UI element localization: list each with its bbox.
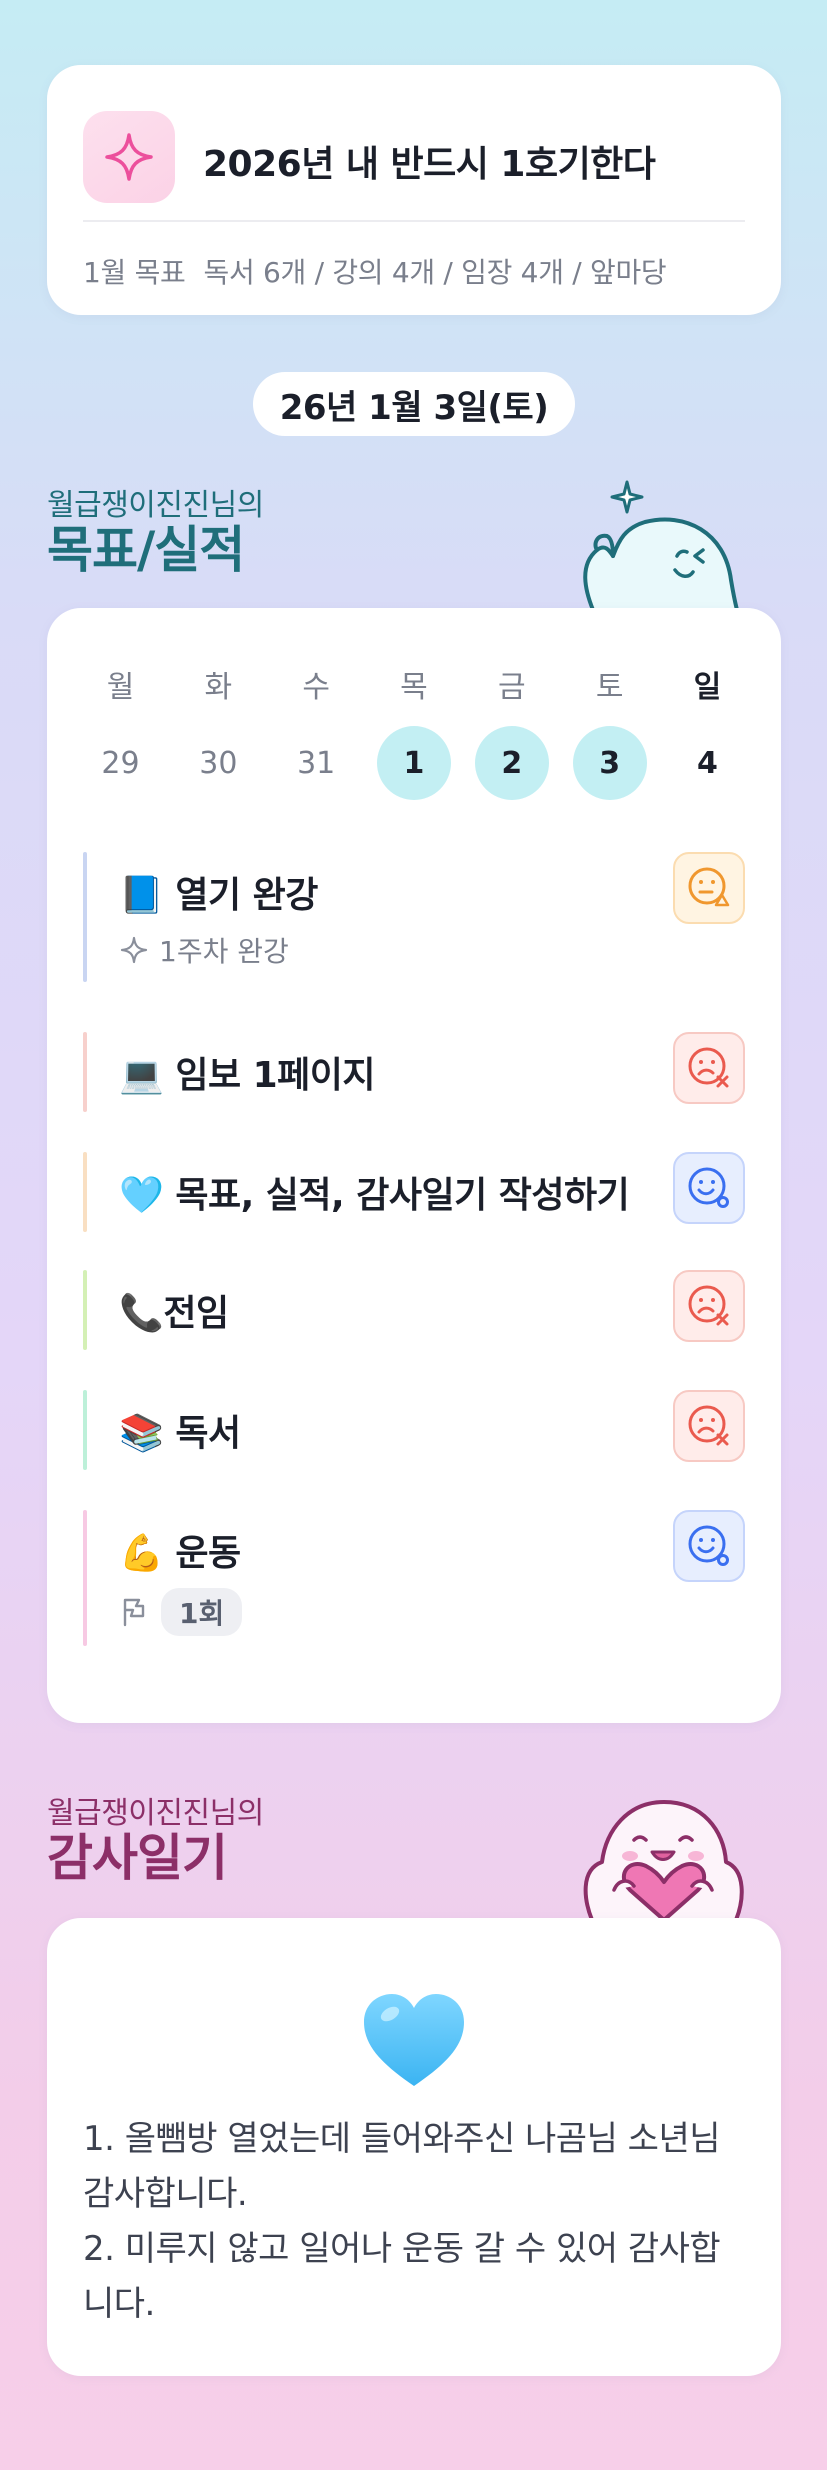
task-item[interactable]: 📚 독서 [83,1390,745,1470]
goal-month-label: 1월 목표 [83,256,186,289]
sad-face-icon[interactable] [673,1390,745,1462]
day-sat[interactable]: 토 3 [572,668,647,800]
warning-face-icon[interactable] [673,852,745,924]
task-color-bar [83,1152,87,1232]
day-sun[interactable]: 일 4 [670,668,745,800]
day-wed[interactable]: 수 31 [279,668,354,800]
task-item[interactable]: 💪 운동 1회 [83,1510,745,1646]
day-name: 금 [498,670,526,705]
divider [83,220,745,222]
gratitude-line: 1. 올뺌방 열었는데 들어와주신 나곰님 소년님 감사합니다. [83,2119,721,2214]
day-name: 목 [400,670,428,705]
task-color-bar [83,1270,87,1350]
task-title: 💪 운동 [119,1533,241,1574]
day-number: 2 [474,726,549,800]
day-number: 30 [199,745,238,781]
flag-icon [123,1598,145,1627]
goals-section-header: 월급쟁이진진님의 목표/실적 [47,480,264,577]
day-number: 31 [297,745,336,781]
task-item[interactable]: 📞전임 [83,1270,745,1350]
task-item[interactable]: 💻 임보 1페이지 [83,1032,745,1112]
day-mon[interactable]: 월 29 [83,668,158,800]
goal-card[interactable]: 2026년 내 반드시 1호기한다 1월 목표 독서 6개 / 강의 4개 / 임… [47,65,781,315]
smile-face-icon[interactable] [673,1152,745,1224]
task-item[interactable]: 📘 열기 완강 1주차 완강 [83,852,745,982]
day-name: 월 [106,670,135,705]
task-color-bar [83,852,87,982]
day-name: 수 [302,670,330,705]
day-number: 4 [697,745,718,781]
count-chip: 1회 [161,1588,243,1636]
sparkle-icon [120,936,148,964]
gratitude-entries: 1. 올뺌방 열었는데 들어와주신 나곰님 소년님 감사합니다. 2. 미루지 … [83,2112,745,2332]
day-name: 화 [204,670,233,705]
task-title: 📚 독서 [119,1413,241,1454]
gratitude-line: 2. 미루지 않고 일어나 운동 갈 수 있어 감사합니다. [83,2229,721,2324]
heart-mascot-icon [583,1800,744,1920]
goals-owner-label: 월급쟁이진진님의 [47,488,264,523]
day-number: 29 [101,745,140,781]
week-calendar: 월 29 화 30 수 31 목 1 금 2 토 3 일 4 [83,668,745,800]
task-title: 🩵 목표, 실적, 감사일기 작성하기 [119,1175,630,1216]
tasks-card: 월 29 화 30 수 31 목 1 금 2 토 3 일 4 📘 열기 완강 1… [47,608,781,1723]
smile-face-icon[interactable] [673,1510,745,1582]
task-title: 📘 열기 완강 [119,875,318,916]
goal-title: 2026년 내 반드시 1호기한다 [203,144,656,185]
task-title: 📞전임 [119,1293,229,1334]
task-color-bar [83,1510,87,1646]
goals-section-title: 목표/실적 [47,521,245,579]
task-item[interactable]: 🩵 목표, 실적, 감사일기 작성하기 [83,1152,745,1232]
day-fri[interactable]: 금 2 [474,668,549,800]
sad-face-icon[interactable] [673,1270,745,1342]
sad-face-icon[interactable] [673,1032,745,1104]
date-pill[interactable]: 26년 1월 3일(토) [253,372,575,436]
task-color-bar [83,1032,87,1112]
task-color-bar [83,1390,87,1470]
blue-heart-icon [364,1994,464,2086]
task-subtitle: 1회 [119,1588,243,1636]
gratitude-owner-label: 월급쟁이진진님의 [47,1796,264,1831]
waving-mascot-icon [583,480,739,610]
day-tue[interactable]: 화 30 [181,668,256,800]
day-number: 1 [376,726,451,800]
goal-items-text: 독서 6개 / 강의 4개 / 임장 4개 / 앞마당 [203,256,667,289]
task-title: 💻 임보 1페이지 [119,1055,376,1096]
task-subtitle: 1주차 완강 [119,930,289,970]
gratitude-section-title: 감사일기 [47,1829,228,1887]
task-subtitle-text: 1주차 완강 [159,935,289,968]
day-number: 3 [572,726,647,800]
day-name: 토 [595,670,624,705]
gratitude-card: 1. 올뺌방 열었는데 들어와주신 나곰님 소년님 감사합니다. 2. 미루지 … [47,1918,781,2376]
goal-summary: 1월 목표 독서 6개 / 강의 4개 / 임장 4개 / 앞마당 [83,251,667,291]
day-name: 일 [693,670,722,705]
sparkle-icon [83,111,175,203]
gratitude-section-header: 월급쟁이진진님의 감사일기 [47,1788,264,1885]
day-thu[interactable]: 목 1 [376,668,451,800]
